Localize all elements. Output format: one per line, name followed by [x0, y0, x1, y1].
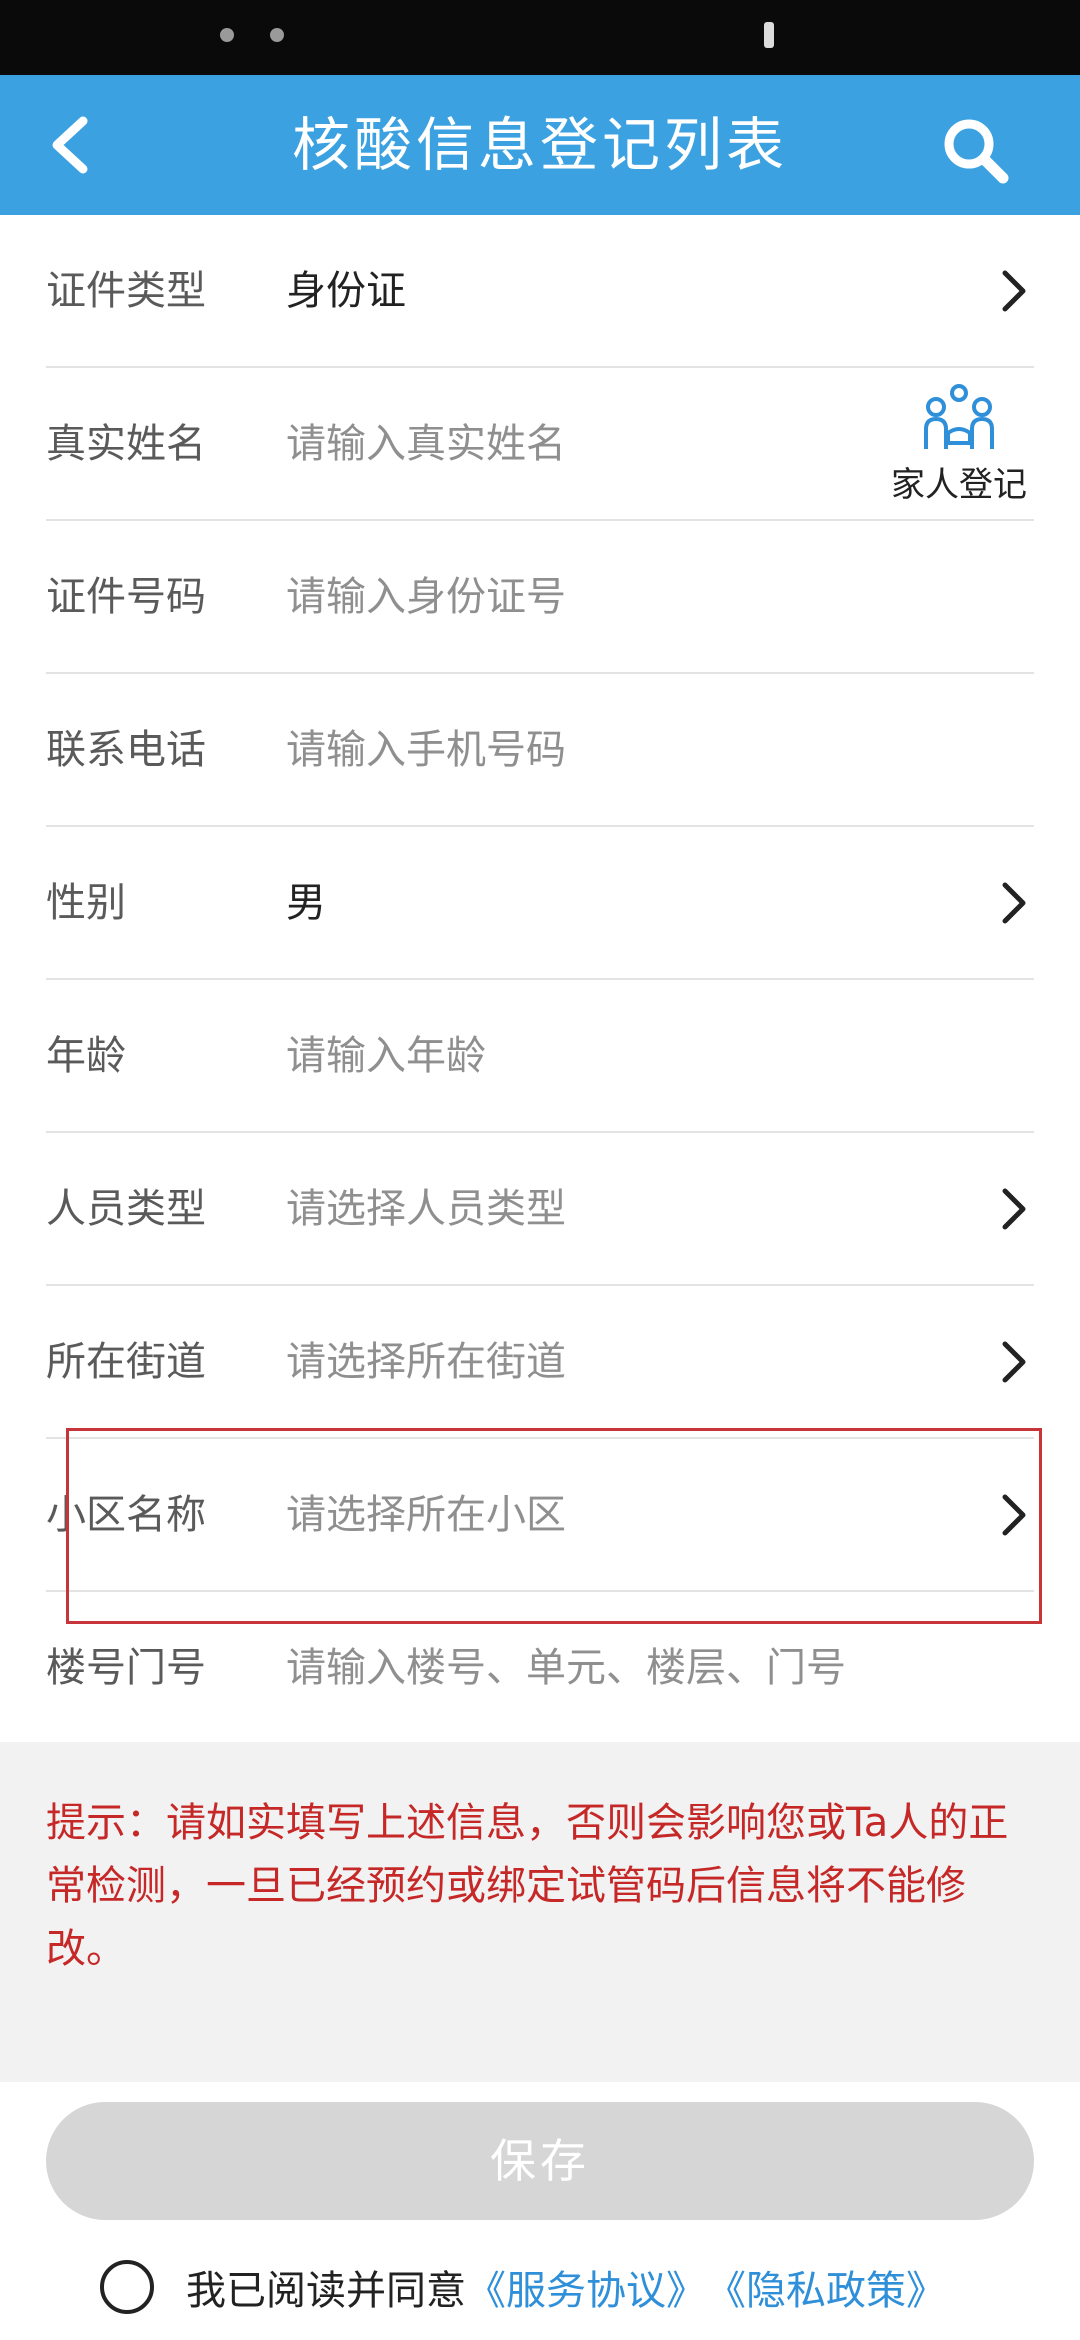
row-building-door: 楼号门号 请输入楼号、单元、楼层、门号: [46, 1592, 1034, 1745]
chevron-left-icon: [52, 116, 88, 174]
row-phone: 联系电话 请输入手机号码: [46, 674, 1034, 827]
row-label: 人员类型: [46, 1186, 206, 1232]
agree-radio[interactable]: [100, 2260, 154, 2314]
family-register-label: 家人登记: [891, 465, 1027, 505]
age-input[interactable]: 请输入年龄: [286, 980, 486, 1133]
registration-form: 证件类型 身份证 真实姓名 请输入真实姓名 家人登记 证件号码 请输入身份证号 …: [0, 215, 1080, 1745]
service-agreement-link[interactable]: 《服务协议》: [466, 2258, 706, 2316]
community-select[interactable]: 请选择所在小区: [286, 1439, 566, 1592]
tip-text: 提示：请如实填写上述信息，否则会影响您或Ta人的正常检测，一旦已经预约或绑定试管…: [46, 1800, 1009, 1972]
phone-input[interactable]: 请输入手机号码: [286, 674, 566, 827]
row-gender[interactable]: 性别 男: [46, 827, 1034, 980]
save-button[interactable]: 保存: [46, 2102, 1034, 2220]
row-label: 真实姓名: [46, 421, 206, 467]
row-real-name: 真实姓名 请输入真实姓名 家人登记: [46, 368, 1034, 521]
building-door-input[interactable]: 请输入楼号、单元、楼层、门号: [286, 1592, 846, 1745]
id-type-select[interactable]: 身份证: [286, 215, 406, 368]
privacy-policy-link[interactable]: 《隐私政策》: [706, 2258, 946, 2316]
status-bar: [0, 0, 1080, 75]
chevron-right-icon: [994, 873, 1034, 933]
gender-select[interactable]: 男: [286, 827, 326, 980]
chevron-right-icon: [994, 1332, 1034, 1392]
chevron-right-icon: [994, 1179, 1034, 1239]
page-title: 核酸信息登记列表: [291, 111, 788, 179]
tip-area: 提示：请如实填写上述信息，否则会影响您或Ta人的正常检测，一旦已经预约或绑定试管…: [0, 1742, 1080, 2082]
status-indicator-icon: [764, 22, 774, 48]
id-number-input[interactable]: 请输入身份证号: [286, 521, 566, 674]
row-community[interactable]: 小区名称 请选择所在小区: [46, 1439, 1034, 1592]
street-select[interactable]: 请选择所在街道: [286, 1286, 566, 1439]
chevron-right-icon: [994, 261, 1034, 321]
row-label: 年龄: [46, 1033, 126, 1079]
status-dot-icon: [270, 28, 284, 42]
row-label: 联系电话: [46, 727, 206, 773]
agreement-row: 我已阅读并同意 《服务协议》 《隐私政策》: [100, 2252, 946, 2322]
agreement-prefix: 我已阅读并同意: [186, 2268, 466, 2314]
row-person-type[interactable]: 人员类型 请选择人员类型: [46, 1133, 1034, 1286]
chevron-right-icon: [994, 1485, 1034, 1545]
family-icon: [924, 384, 994, 449]
row-street[interactable]: 所在街道 请选择所在街道: [46, 1286, 1034, 1439]
family-register-button[interactable]: 家人登记: [884, 368, 1034, 521]
row-label: 所在街道: [46, 1339, 206, 1385]
row-label: 证件号码: [46, 574, 206, 620]
row-label: 证件类型: [46, 268, 206, 314]
search-button[interactable]: [930, 105, 1020, 195]
search-icon: [944, 119, 1009, 184]
person-type-select[interactable]: 请选择人员类型: [286, 1133, 566, 1286]
row-label: 性别: [46, 880, 126, 926]
real-name-input[interactable]: 请输入真实姓名: [286, 368, 566, 521]
status-dot-icon: [220, 28, 234, 42]
row-id-type[interactable]: 证件类型 身份证: [46, 215, 1034, 368]
back-button[interactable]: [30, 105, 110, 185]
row-label: 楼号门号: [46, 1645, 206, 1691]
nav-bar: 核酸信息登记列表: [0, 75, 1080, 215]
row-age: 年龄 请输入年龄: [46, 980, 1034, 1133]
row-label: 小区名称: [46, 1492, 206, 1538]
row-id-number: 证件号码 请输入身份证号: [46, 521, 1034, 674]
